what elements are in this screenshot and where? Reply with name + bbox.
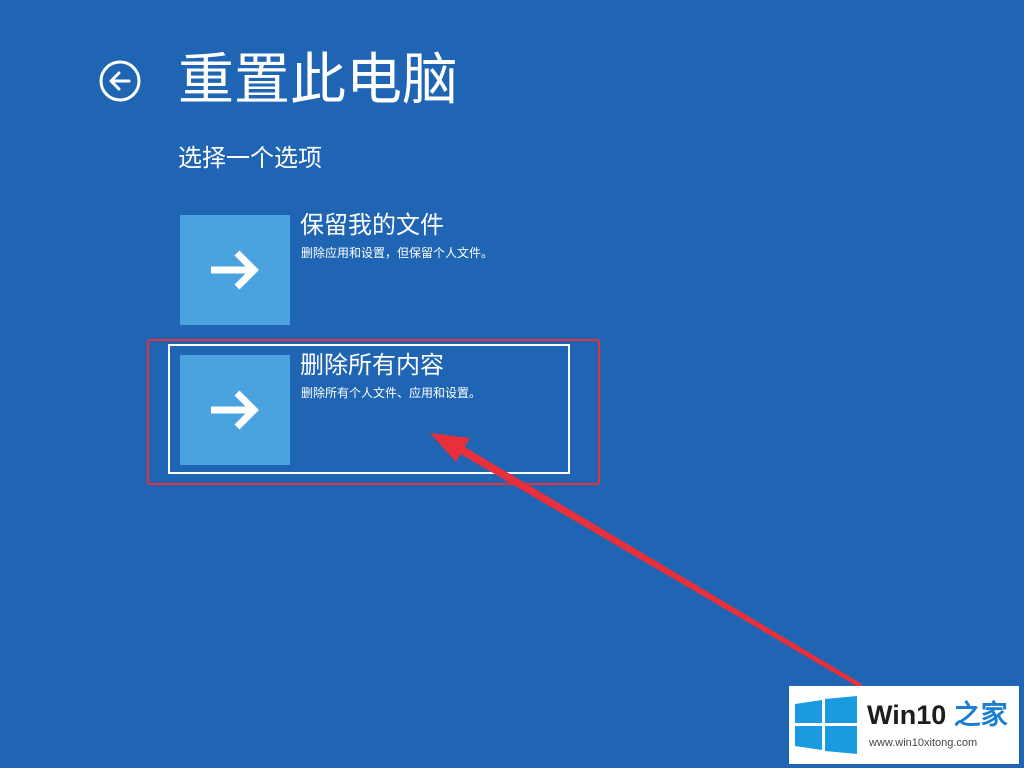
option-title: 保留我的文件 bbox=[300, 211, 444, 239]
option-tile bbox=[180, 215, 290, 325]
page-title: 重置此电脑 bbox=[178, 48, 458, 113]
option-keep-files[interactable]: 保留我的文件 删除应用和设置，但保留个人文件。 bbox=[168, 205, 570, 335]
back-button[interactable] bbox=[98, 59, 142, 103]
watermark-url: www.win10xitong.com bbox=[869, 737, 978, 749]
watermark-brand-suffix: 之家 bbox=[953, 700, 1008, 730]
option-remove-everything[interactable]: 删除所有内容 删除所有个人文件、应用和设置。 bbox=[168, 344, 570, 474]
option-description: 删除应用和设置，但保留个人文件。 bbox=[301, 246, 494, 260]
page-subtitle: 选择一个选项 bbox=[178, 144, 322, 172]
option-description: 删除所有个人文件、应用和设置。 bbox=[301, 386, 482, 400]
windows-logo-icon bbox=[795, 696, 857, 754]
arrow-right-icon bbox=[211, 390, 259, 430]
watermark: Win10 之家 www.win10xitong.com bbox=[789, 686, 1019, 764]
watermark-brand-prefix: Win10 bbox=[867, 700, 947, 730]
back-arrow-icon bbox=[99, 60, 141, 102]
watermark-brand: Win10 之家 bbox=[867, 698, 1008, 732]
option-tile bbox=[180, 355, 290, 465]
option-title: 删除所有内容 bbox=[300, 351, 444, 379]
arrow-right-icon bbox=[211, 250, 259, 290]
